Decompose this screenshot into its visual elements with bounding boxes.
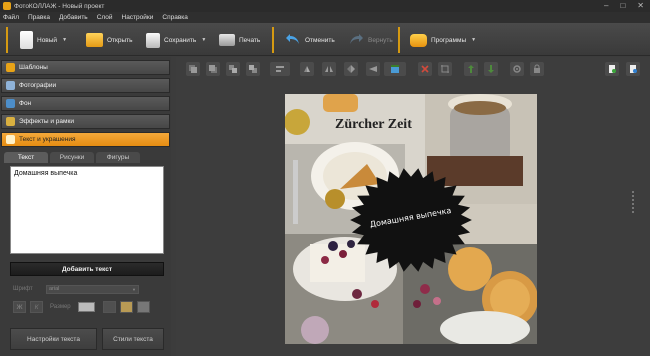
folder-icon: [86, 33, 103, 47]
sidebar-item-photos[interactable]: Фотографии: [1, 78, 170, 93]
new-document-icon: [20, 31, 33, 49]
effects-icon: [6, 117, 15, 126]
scroll-handle[interactable]: [630, 190, 636, 215]
delete-icon[interactable]: [418, 62, 432, 76]
sidebar-item-background[interactable]: Фон: [1, 96, 170, 111]
menu-add[interactable]: Добавить: [59, 14, 88, 21]
align-button[interactable]: [103, 301, 116, 313]
programs-gift-icon: [410, 33, 427, 47]
newspaper-headline: Zürcher Zeit: [335, 117, 412, 132]
menu-help[interactable]: Справка: [162, 14, 188, 21]
add-text-button[interactable]: Добавить текст: [10, 262, 164, 276]
bold-button[interactable]: Ж: [13, 301, 26, 313]
layer-backward-icon[interactable]: [226, 62, 240, 76]
text-icon: [6, 135, 15, 144]
text-styles-button[interactable]: Стили текста: [102, 328, 164, 350]
app-logo-icon: [3, 2, 11, 10]
page-settings-icon[interactable]: [626, 62, 640, 76]
text-input-area[interactable]: Домашняя выпечка: [10, 166, 164, 254]
send-back-icon[interactable]: [464, 62, 478, 76]
align-dropdown-icon[interactable]: [270, 62, 290, 76]
toolbar-separator: [272, 27, 274, 53]
programs-button[interactable]: Программы ▼: [410, 29, 476, 51]
star-icon: [6, 63, 15, 72]
redo-button[interactable]: Вернуть: [348, 29, 393, 51]
flip-icon[interactable]: [300, 62, 314, 76]
main-toolbar: Новый ▼ Открыть Сохранить ▼ Печать Отмен…: [0, 23, 650, 56]
sidebar-item-text[interactable]: Текст и украшения: [1, 132, 170, 147]
mirror-horizontal-icon[interactable]: [322, 62, 336, 76]
chevron-down-icon[interactable]: ▼: [201, 37, 206, 43]
background-icon: [6, 99, 15, 108]
undo-button[interactable]: Отменить: [285, 29, 335, 51]
photo-icon: [6, 81, 15, 90]
font-row: Шрифт arial: [13, 284, 163, 294]
text-style-row: Ж К Размер: [13, 300, 163, 314]
save-icon: [146, 32, 160, 48]
layer-back-icon[interactable]: [186, 62, 200, 76]
minimize-icon[interactable]: –: [604, 2, 608, 10]
crop-icon[interactable]: [438, 62, 452, 76]
font-select[interactable]: arial: [46, 284, 139, 294]
chevron-down-icon[interactable]: ▼: [471, 37, 476, 43]
collage-canvas[interactable]: Zürcher Zeit Домашняя выпечка: [285, 94, 537, 344]
menu-file[interactable]: Файл: [3, 14, 19, 21]
size-stepper[interactable]: [78, 302, 95, 312]
outline-color-swatch[interactable]: [137, 301, 150, 313]
layer-forward-icon[interactable]: [246, 62, 260, 76]
menu-edit[interactable]: Правка: [28, 14, 50, 21]
font-label: Шрифт: [13, 286, 33, 292]
layer-front-icon[interactable]: [206, 62, 220, 76]
open-button[interactable]: Открыть: [86, 29, 133, 51]
text-color-swatch[interactable]: [120, 301, 133, 313]
maximize-icon[interactable]: □: [620, 2, 625, 10]
size-label: Размер: [50, 304, 71, 310]
print-button[interactable]: Печать: [219, 29, 260, 51]
italic-button[interactable]: К: [30, 301, 43, 313]
tab-shapes[interactable]: Фигуры: [96, 152, 140, 163]
toolbar-separator: [398, 27, 400, 53]
add-page-icon[interactable]: [605, 62, 619, 76]
save-button[interactable]: Сохранить ▼: [146, 29, 206, 51]
gear-icon[interactable]: [510, 62, 524, 76]
menu-settings[interactable]: Настройки: [122, 14, 154, 21]
frame-dropdown-icon[interactable]: [384, 62, 406, 76]
sidebar-item-templates[interactable]: Шаблоны: [1, 60, 170, 75]
menu-layer[interactable]: Слой: [97, 14, 113, 21]
printer-icon: [219, 34, 235, 46]
redo-arrow-icon: [348, 31, 364, 49]
text-tabs: Текст Рисунки Фигуры: [4, 152, 167, 163]
bring-front-icon[interactable]: [484, 62, 498, 76]
mirror-vertical-icon[interactable]: [344, 62, 358, 76]
sidebar-item-effects[interactable]: Эффекты и рамки: [1, 114, 170, 129]
collage-image: Zürcher Zeit Домашняя выпечка: [285, 94, 537, 344]
close-icon[interactable]: ✕: [637, 2, 644, 10]
title-bar: ФотоКОЛЛАЖ - Новый проект – □ ✕: [0, 0, 650, 12]
toolbar-separator: [6, 27, 8, 53]
tab-text[interactable]: Текст: [4, 152, 48, 163]
menu-bar: Файл Правка Добавить Слой Настройки Спра…: [0, 12, 650, 23]
rotate-icon[interactable]: [366, 62, 380, 76]
tab-pictures[interactable]: Рисунки: [50, 152, 94, 163]
window-title: ФотоКОЛЛАЖ - Новый проект: [14, 2, 105, 10]
text-settings-button[interactable]: Настройки текста: [10, 328, 97, 350]
new-button[interactable]: Новый ▼: [20, 29, 67, 51]
lock-icon[interactable]: [530, 62, 544, 76]
undo-arrow-icon: [285, 31, 301, 49]
chevron-down-icon[interactable]: ▼: [62, 37, 67, 43]
